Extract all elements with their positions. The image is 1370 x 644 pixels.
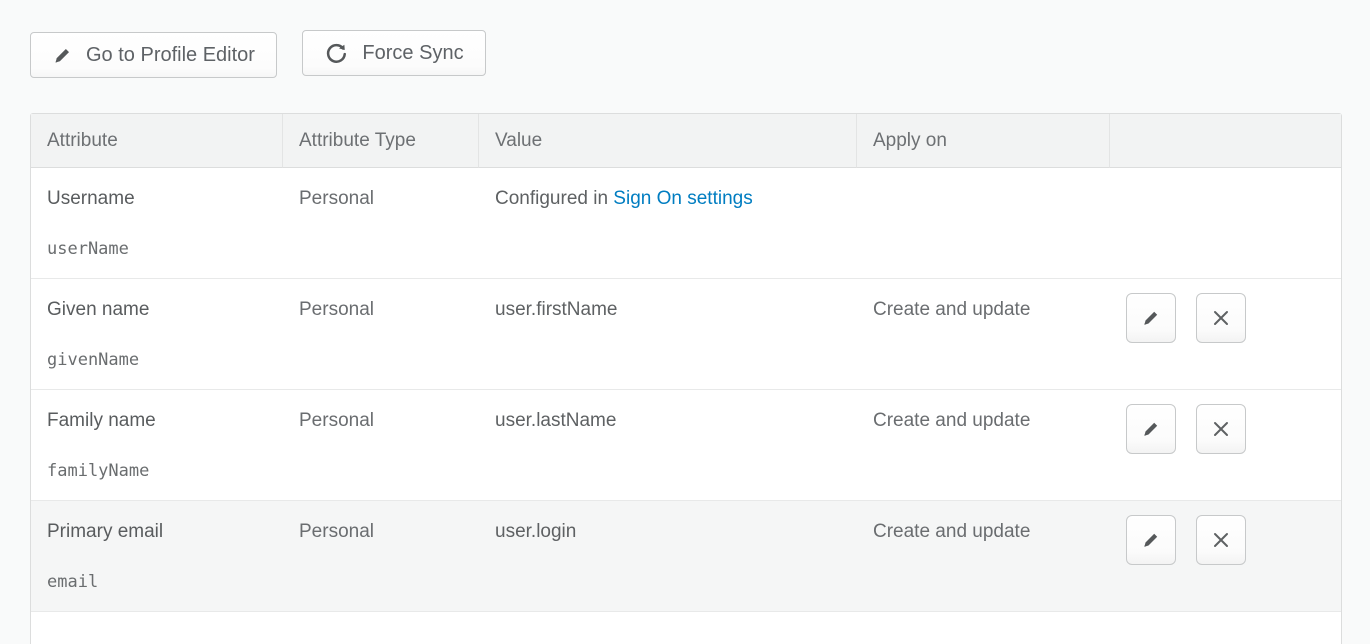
attribute-type: Personal [299, 299, 374, 320]
column-header-apply-on: Apply on [857, 114, 1110, 168]
attribute-type: Personal [299, 188, 374, 209]
attribute-type: Personal [299, 410, 374, 431]
pencil-icon [52, 45, 73, 66]
x-icon [1212, 309, 1230, 327]
attribute-variable-name: userName [47, 239, 267, 260]
remove-mapping-button[interactable] [1196, 404, 1246, 454]
refresh-icon [324, 41, 349, 66]
apply-on-value: Create and update [873, 299, 1030, 320]
pencil-icon [1141, 308, 1161, 328]
remove-mapping-button[interactable] [1196, 293, 1246, 343]
attribute-variable-name: email [47, 572, 267, 593]
table-row-username: Username userName Personal Configured in… [31, 168, 1341, 279]
toolbar: Go to Profile Editor Force Sync [30, 30, 1340, 78]
force-sync-label: Force Sync [362, 42, 463, 65]
column-header-value: Value [479, 114, 857, 168]
attribute-label: Family name [47, 409, 267, 432]
apply-on-value: Create and update [873, 410, 1030, 431]
go-to-profile-editor-button[interactable]: Go to Profile Editor [30, 32, 277, 78]
table-header-row: Attribute Attribute Type Value Apply on [31, 114, 1341, 168]
x-icon [1212, 531, 1230, 549]
attribute-variable-name: familyName [47, 461, 267, 482]
remove-mapping-button[interactable] [1196, 515, 1246, 565]
attribute-mappings-page: Go to Profile Editor Force Sync Attribut… [0, 0, 1370, 644]
sign-on-settings-link[interactable]: Sign On settings [613, 188, 752, 209]
attribute-mapping-table: Attribute Attribute Type Value Apply on … [30, 113, 1342, 644]
x-icon [1212, 420, 1230, 438]
mapping-value: user.login [495, 521, 576, 542]
edit-mapping-button[interactable] [1126, 293, 1176, 343]
table-row-partial [31, 612, 1341, 644]
table-row-primary-email: Primary email email Personal user.login … [31, 501, 1341, 612]
mapping-value: user.firstName [495, 299, 617, 320]
column-header-actions [1110, 114, 1341, 168]
mapping-value: user.lastName [495, 410, 616, 431]
pencil-icon [1141, 530, 1161, 550]
attribute-label: Primary email [47, 520, 267, 543]
attribute-label: Given name [47, 298, 267, 321]
value-prefix-text: Configured in [495, 188, 613, 209]
table-row-given-name: Given name givenName Personal user.first… [31, 279, 1341, 390]
attribute-variable-name: givenName [47, 350, 267, 371]
edit-mapping-button[interactable] [1126, 515, 1176, 565]
table-row-family-name: Family name familyName Personal user.las… [31, 390, 1341, 501]
column-header-attribute-type: Attribute Type [283, 114, 479, 168]
edit-mapping-button[interactable] [1126, 404, 1176, 454]
attribute-type: Personal [299, 521, 374, 542]
force-sync-button[interactable]: Force Sync [302, 30, 485, 76]
apply-on-value: Create and update [873, 521, 1030, 542]
attribute-label: Username [47, 187, 267, 210]
column-header-attribute: Attribute [31, 114, 283, 168]
pencil-icon [1141, 419, 1161, 439]
go-to-profile-editor-label: Go to Profile Editor [86, 44, 255, 67]
